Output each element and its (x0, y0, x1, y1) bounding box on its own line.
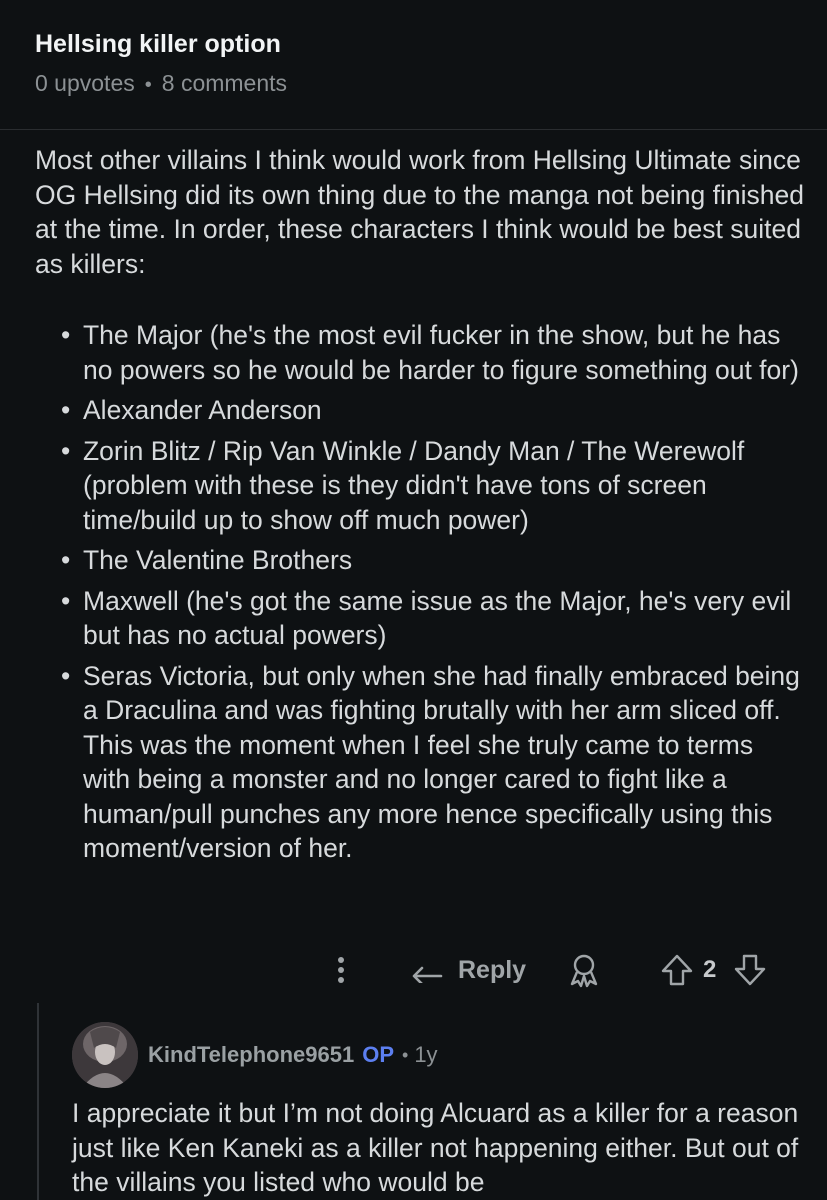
more-vertical-icon (338, 957, 344, 983)
upvote-button[interactable] (660, 948, 694, 992)
reply-arrow-icon (412, 966, 443, 983)
villain-list: The Major (he's the most evil fucker in … (35, 318, 805, 866)
reply-username[interactable]: KindTelephone9651 (148, 1042, 354, 1068)
reply-button[interactable]: Reply (410, 948, 526, 992)
more-options-button[interactable] (326, 948, 356, 992)
list-item: Maxwell (he's got the same issue as the … (61, 584, 805, 653)
reply-label: Reply (458, 955, 527, 984)
reply-body: I appreciate it but I’m not doing Alcuar… (72, 1098, 799, 1197)
avatar[interactable] (72, 1022, 138, 1088)
list-item: Seras Victoria, but only when she had fi… (61, 659, 805, 866)
award-icon (570, 954, 598, 988)
post-meta: 0 upvotes • 8 comments (35, 70, 287, 97)
list-item: Zorin Blitz / Rip Van Winkle / Dandy Man… (61, 434, 805, 538)
post-header: Hellsing killer option 0 upvotes • 8 comme… (0, 0, 827, 130)
list-item: The Valentine Brothers (61, 543, 805, 578)
op-badge: OP (362, 1042, 394, 1067)
vote-score: 2 (703, 956, 717, 983)
comment-body: Most other villains I think would work f… (35, 143, 805, 872)
upvote-count: 0 upvotes (35, 70, 135, 96)
meta-separator: • (144, 74, 152, 96)
award-button[interactable] (566, 948, 602, 992)
reply-meta-separator: • (402, 1044, 409, 1065)
avatar-image (72, 1022, 138, 1088)
post-title[interactable]: Hellsing killer option (35, 30, 281, 59)
upvote-arrow-icon (661, 954, 693, 986)
downvote-button[interactable] (733, 948, 767, 992)
downvote-arrow-icon (734, 954, 766, 986)
comment-action-bar: Reply 2 (0, 948, 827, 992)
comment-count[interactable]: 8 comments (162, 70, 287, 96)
reply-timestamp: 1y (414, 1042, 438, 1067)
reply-header: KindTelephone9651 OP • 1y (72, 1020, 438, 1090)
thread-line[interactable] (37, 1003, 39, 1200)
list-item: Alexander Anderson (61, 393, 805, 428)
comment-intro: Most other villains I think would work f… (35, 145, 804, 279)
list-item: The Major (he's the most evil fucker in … (61, 318, 805, 387)
